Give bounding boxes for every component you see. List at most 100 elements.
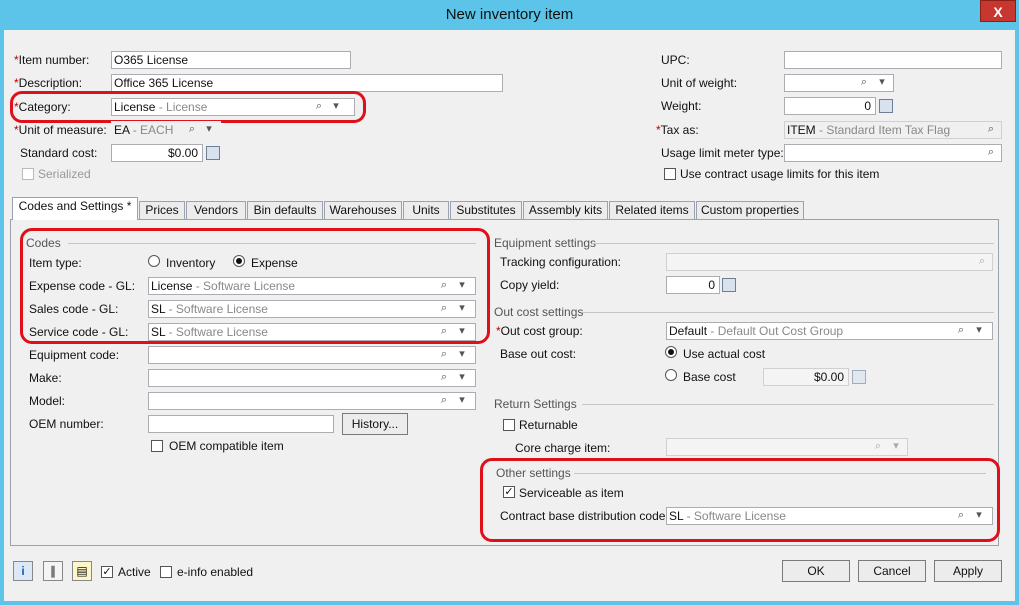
oem-number-label: OEM number: — [29, 417, 104, 431]
oem-number-field[interactable] — [148, 415, 334, 433]
oem-compatible-checkbox[interactable] — [151, 440, 163, 452]
tab-custom-properties[interactable]: Custom properties — [696, 201, 804, 219]
attachment-icon[interactable]: ∥ — [43, 561, 63, 581]
returnable-label: Returnable — [519, 418, 578, 432]
model-field[interactable] — [148, 392, 476, 410]
search-icon[interactable]: ⌕ — [438, 325, 450, 337]
tab-bin-defaults[interactable]: Bin defaults — [247, 201, 323, 219]
returnable-checkbox[interactable] — [503, 419, 515, 431]
usage-meter-field[interactable] — [784, 144, 1002, 162]
lookup-menu-icon[interactable]: ▾ — [876, 76, 888, 88]
search-icon[interactable]: ⌕ — [955, 509, 967, 521]
outcost-group-label: *Out cost group: — [496, 324, 583, 338]
calculator-icon[interactable] — [722, 278, 736, 292]
lookup-menu-icon[interactable]: ▾ — [456, 279, 468, 291]
use-actual-cost-radio[interactable] — [665, 346, 677, 358]
usage-meter-label: Usage limit meter type: — [661, 146, 784, 160]
service-code-field[interactable]: SL - Software License — [148, 323, 476, 341]
ok-button[interactable]: OK — [782, 560, 850, 582]
lookup-menu-icon[interactable]: ▾ — [890, 440, 902, 452]
equipment-code-field[interactable] — [148, 346, 476, 364]
lookup-menu-icon[interactable]: ▾ — [456, 325, 468, 337]
calculator-icon[interactable] — [879, 99, 893, 113]
tab-assembly-kits[interactable]: Assembly kits — [523, 201, 608, 219]
search-icon[interactable]: ⌕ — [186, 123, 198, 135]
serialized-checkbox[interactable] — [22, 168, 34, 180]
window-title: New inventory item — [445, 6, 574, 23]
expense-radio[interactable] — [233, 255, 245, 267]
apply-button[interactable]: Apply — [934, 560, 1002, 582]
unit-weight-label: Unit of weight: — [661, 76, 738, 90]
active-label: Active — [118, 565, 151, 579]
outcost-group-field[interactable]: Default - Default Out Cost Group — [666, 322, 993, 340]
calculator-icon[interactable] — [206, 146, 220, 160]
lookup-menu-icon[interactable]: ▾ — [330, 100, 342, 112]
tab-substitutes[interactable]: Substitutes — [450, 201, 522, 219]
divider — [574, 473, 986, 474]
inventory-radio[interactable] — [148, 255, 160, 267]
search-icon[interactable]: ⌕ — [985, 123, 997, 135]
oem-compatible-label: OEM compatible item — [169, 439, 284, 453]
item-number-field[interactable]: O365 License — [111, 51, 351, 69]
base-out-cost-label: Base out cost: — [500, 347, 577, 361]
search-icon[interactable]: ⌕ — [872, 440, 884, 452]
standard-cost-label: Standard cost: — [20, 146, 98, 160]
tab-codes-settings[interactable]: Codes and Settings * — [12, 197, 138, 220]
search-icon[interactable]: ⌕ — [955, 324, 967, 336]
base-cost-field[interactable]: $0.00 — [763, 368, 849, 386]
lookup-menu-icon[interactable]: ▾ — [456, 394, 468, 406]
outcost-section-title: Out cost settings — [494, 305, 584, 319]
search-icon[interactable]: ⌕ — [438, 279, 450, 291]
tab-prices[interactable]: Prices — [139, 201, 185, 219]
search-icon[interactable]: ⌕ — [438, 302, 450, 314]
tracking-field[interactable] — [666, 253, 993, 271]
weight-field[interactable]: 0 — [784, 97, 876, 115]
category-label: *Category: — [14, 100, 71, 114]
search-icon[interactable]: ⌕ — [313, 100, 325, 112]
info-icon[interactable]: i — [13, 561, 33, 581]
expense-code-field[interactable]: License - Software License — [148, 277, 476, 295]
active-checkbox[interactable]: ✓ — [101, 566, 113, 578]
close-button[interactable]: X — [980, 0, 1016, 22]
lookup-menu-icon[interactable]: ▾ — [456, 348, 468, 360]
copy-yield-label: Copy yield: — [500, 278, 560, 292]
lookup-menu-icon[interactable]: ▾ — [203, 123, 215, 135]
description-field[interactable]: Office 365 License — [111, 74, 503, 92]
base-cost-radio[interactable] — [665, 369, 677, 381]
search-icon[interactable]: ⌕ — [858, 76, 870, 88]
core-charge-label: Core charge item: — [515, 441, 611, 455]
codes-section-title: Codes — [26, 236, 61, 250]
standard-cost-field[interactable]: $0.00 — [111, 144, 203, 162]
upc-field[interactable] — [784, 51, 1002, 69]
copy-yield-field[interactable]: 0 — [666, 276, 720, 294]
sales-code-field[interactable]: SL - Software License — [148, 300, 476, 318]
description-label: *Description: — [14, 76, 83, 90]
tax-field[interactable]: ITEM - Standard Item Tax Flag — [784, 121, 1002, 139]
search-icon[interactable]: ⌕ — [976, 255, 988, 267]
search-icon[interactable]: ⌕ — [438, 394, 450, 406]
divider — [582, 404, 994, 405]
notes-icon[interactable]: ▤ — [72, 561, 92, 581]
search-icon[interactable]: ⌕ — [985, 146, 997, 158]
expense-label: Expense — [251, 256, 298, 270]
distribution-code-field[interactable]: SL - Software License — [666, 507, 993, 525]
cancel-button[interactable]: Cancel — [858, 560, 926, 582]
search-icon[interactable]: ⌕ — [438, 348, 450, 360]
lookup-menu-icon[interactable]: ▾ — [456, 371, 468, 383]
serialized-label: Serialized — [38, 167, 91, 181]
tab-units[interactable]: Units — [403, 201, 449, 219]
lookup-menu-icon[interactable]: ▾ — [973, 509, 985, 521]
search-icon[interactable]: ⌕ — [438, 371, 450, 383]
lookup-menu-icon[interactable]: ▾ — [973, 324, 985, 336]
lookup-menu-icon[interactable]: ▾ — [456, 302, 468, 314]
serviceable-checkbox[interactable]: ✓ — [503, 486, 515, 498]
einfo-checkbox[interactable] — [160, 566, 172, 578]
calculator-icon[interactable] — [852, 370, 866, 384]
use-contract-checkbox[interactable] — [664, 168, 676, 180]
tab-vendors[interactable]: Vendors — [186, 201, 246, 219]
tab-warehouses[interactable]: Warehouses — [324, 201, 402, 219]
upc-label: UPC: — [661, 53, 690, 67]
history-button[interactable]: History... — [342, 413, 408, 435]
tab-related-items[interactable]: Related items — [609, 201, 695, 219]
make-field[interactable] — [148, 369, 476, 387]
